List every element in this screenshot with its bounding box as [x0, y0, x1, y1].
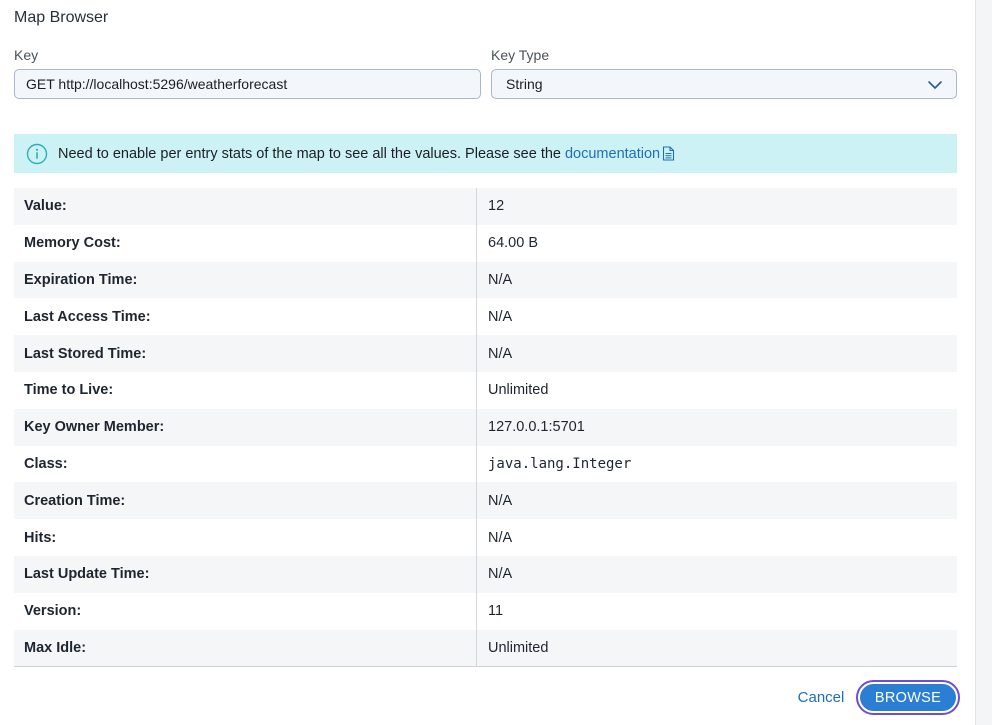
property-row: Last Stored Time: N/A — [14, 335, 957, 372]
property-row: Max Idle: Unlimited — [14, 629, 957, 667]
property-row: Class: java.lang.Integer — [14, 445, 957, 483]
property-label: Version: — [14, 592, 477, 630]
property-value: 11 — [488, 603, 504, 620]
key-input[interactable] — [14, 69, 481, 99]
browse-button-label: BROWSE — [860, 684, 956, 711]
property-value: N/A — [488, 271, 513, 288]
property-label: Creation Time: — [14, 482, 477, 520]
property-value: N/A — [488, 529, 513, 546]
property-value: Unlimited — [488, 639, 549, 656]
property-label: Last Access Time: — [14, 298, 477, 336]
info-banner: Need to enable per entry stats of the ma… — [14, 134, 957, 173]
property-row: Time to Live: Unlimited — [14, 371, 957, 409]
property-value: 127.0.0.1:5701 — [488, 419, 585, 436]
scrollbar-track[interactable] — [975, 0, 992, 725]
property-value: Unlimited — [488, 382, 549, 399]
property-row: Version: 11 — [14, 592, 957, 630]
property-value: N/A — [488, 566, 513, 583]
chevron-down-icon — [928, 81, 942, 89]
browse-button[interactable]: BROWSE — [856, 680, 960, 715]
property-row: Value: 12 — [14, 188, 957, 225]
property-value: 12 — [488, 198, 505, 215]
property-value: N/A — [488, 345, 513, 362]
property-label: Last Stored Time: — [14, 335, 477, 372]
property-label: Class: — [14, 445, 477, 483]
property-row: Last Access Time: N/A — [14, 298, 957, 336]
key-type-select[interactable]: String — [491, 69, 957, 99]
document-icon — [663, 146, 675, 161]
property-label: Key Owner Member: — [14, 408, 477, 446]
info-message: Need to enable per entry stats of the ma… — [58, 145, 561, 162]
property-label: Last Update Time: — [14, 555, 477, 593]
property-value: 64.00 B — [488, 235, 538, 252]
property-value: N/A — [488, 492, 513, 509]
property-value: java.lang.Integer — [488, 455, 632, 472]
property-row: Expiration Time: N/A — [14, 261, 957, 299]
property-label: Expiration Time: — [14, 261, 477, 299]
property-label: Hits: — [14, 519, 477, 556]
dialog-title: Map Browser — [14, 9, 109, 26]
entry-properties-table: Value: 12 Memory Cost: 64.00 B Expiratio… — [14, 188, 957, 668]
property-label: Value: — [14, 188, 477, 225]
key-label: Key — [14, 47, 39, 63]
key-type-selected-value: String — [506, 76, 543, 92]
property-row: Creation Time: N/A — [14, 482, 957, 520]
property-row: Key Owner Member: 127.0.0.1:5701 — [14, 408, 957, 446]
property-label: Time to Live: — [14, 371, 477, 409]
map-browser-dialog: Map Browser Key Key Type String Need to … — [0, 0, 976, 725]
cancel-button[interactable]: Cancel — [790, 682, 852, 712]
property-row: Last Update Time: N/A — [14, 555, 957, 593]
documentation-link[interactable]: documentation — [565, 146, 675, 162]
info-circle-icon — [26, 143, 48, 164]
key-type-label: Key Type — [491, 47, 550, 63]
property-row: Memory Cost: 64.00 B — [14, 224, 957, 262]
property-label: Memory Cost: — [14, 224, 477, 262]
property-label: Max Idle: — [14, 629, 477, 667]
property-value: N/A — [488, 308, 513, 325]
property-row: Hits: N/A — [14, 519, 957, 556]
documentation-link-text: documentation — [564, 145, 661, 162]
